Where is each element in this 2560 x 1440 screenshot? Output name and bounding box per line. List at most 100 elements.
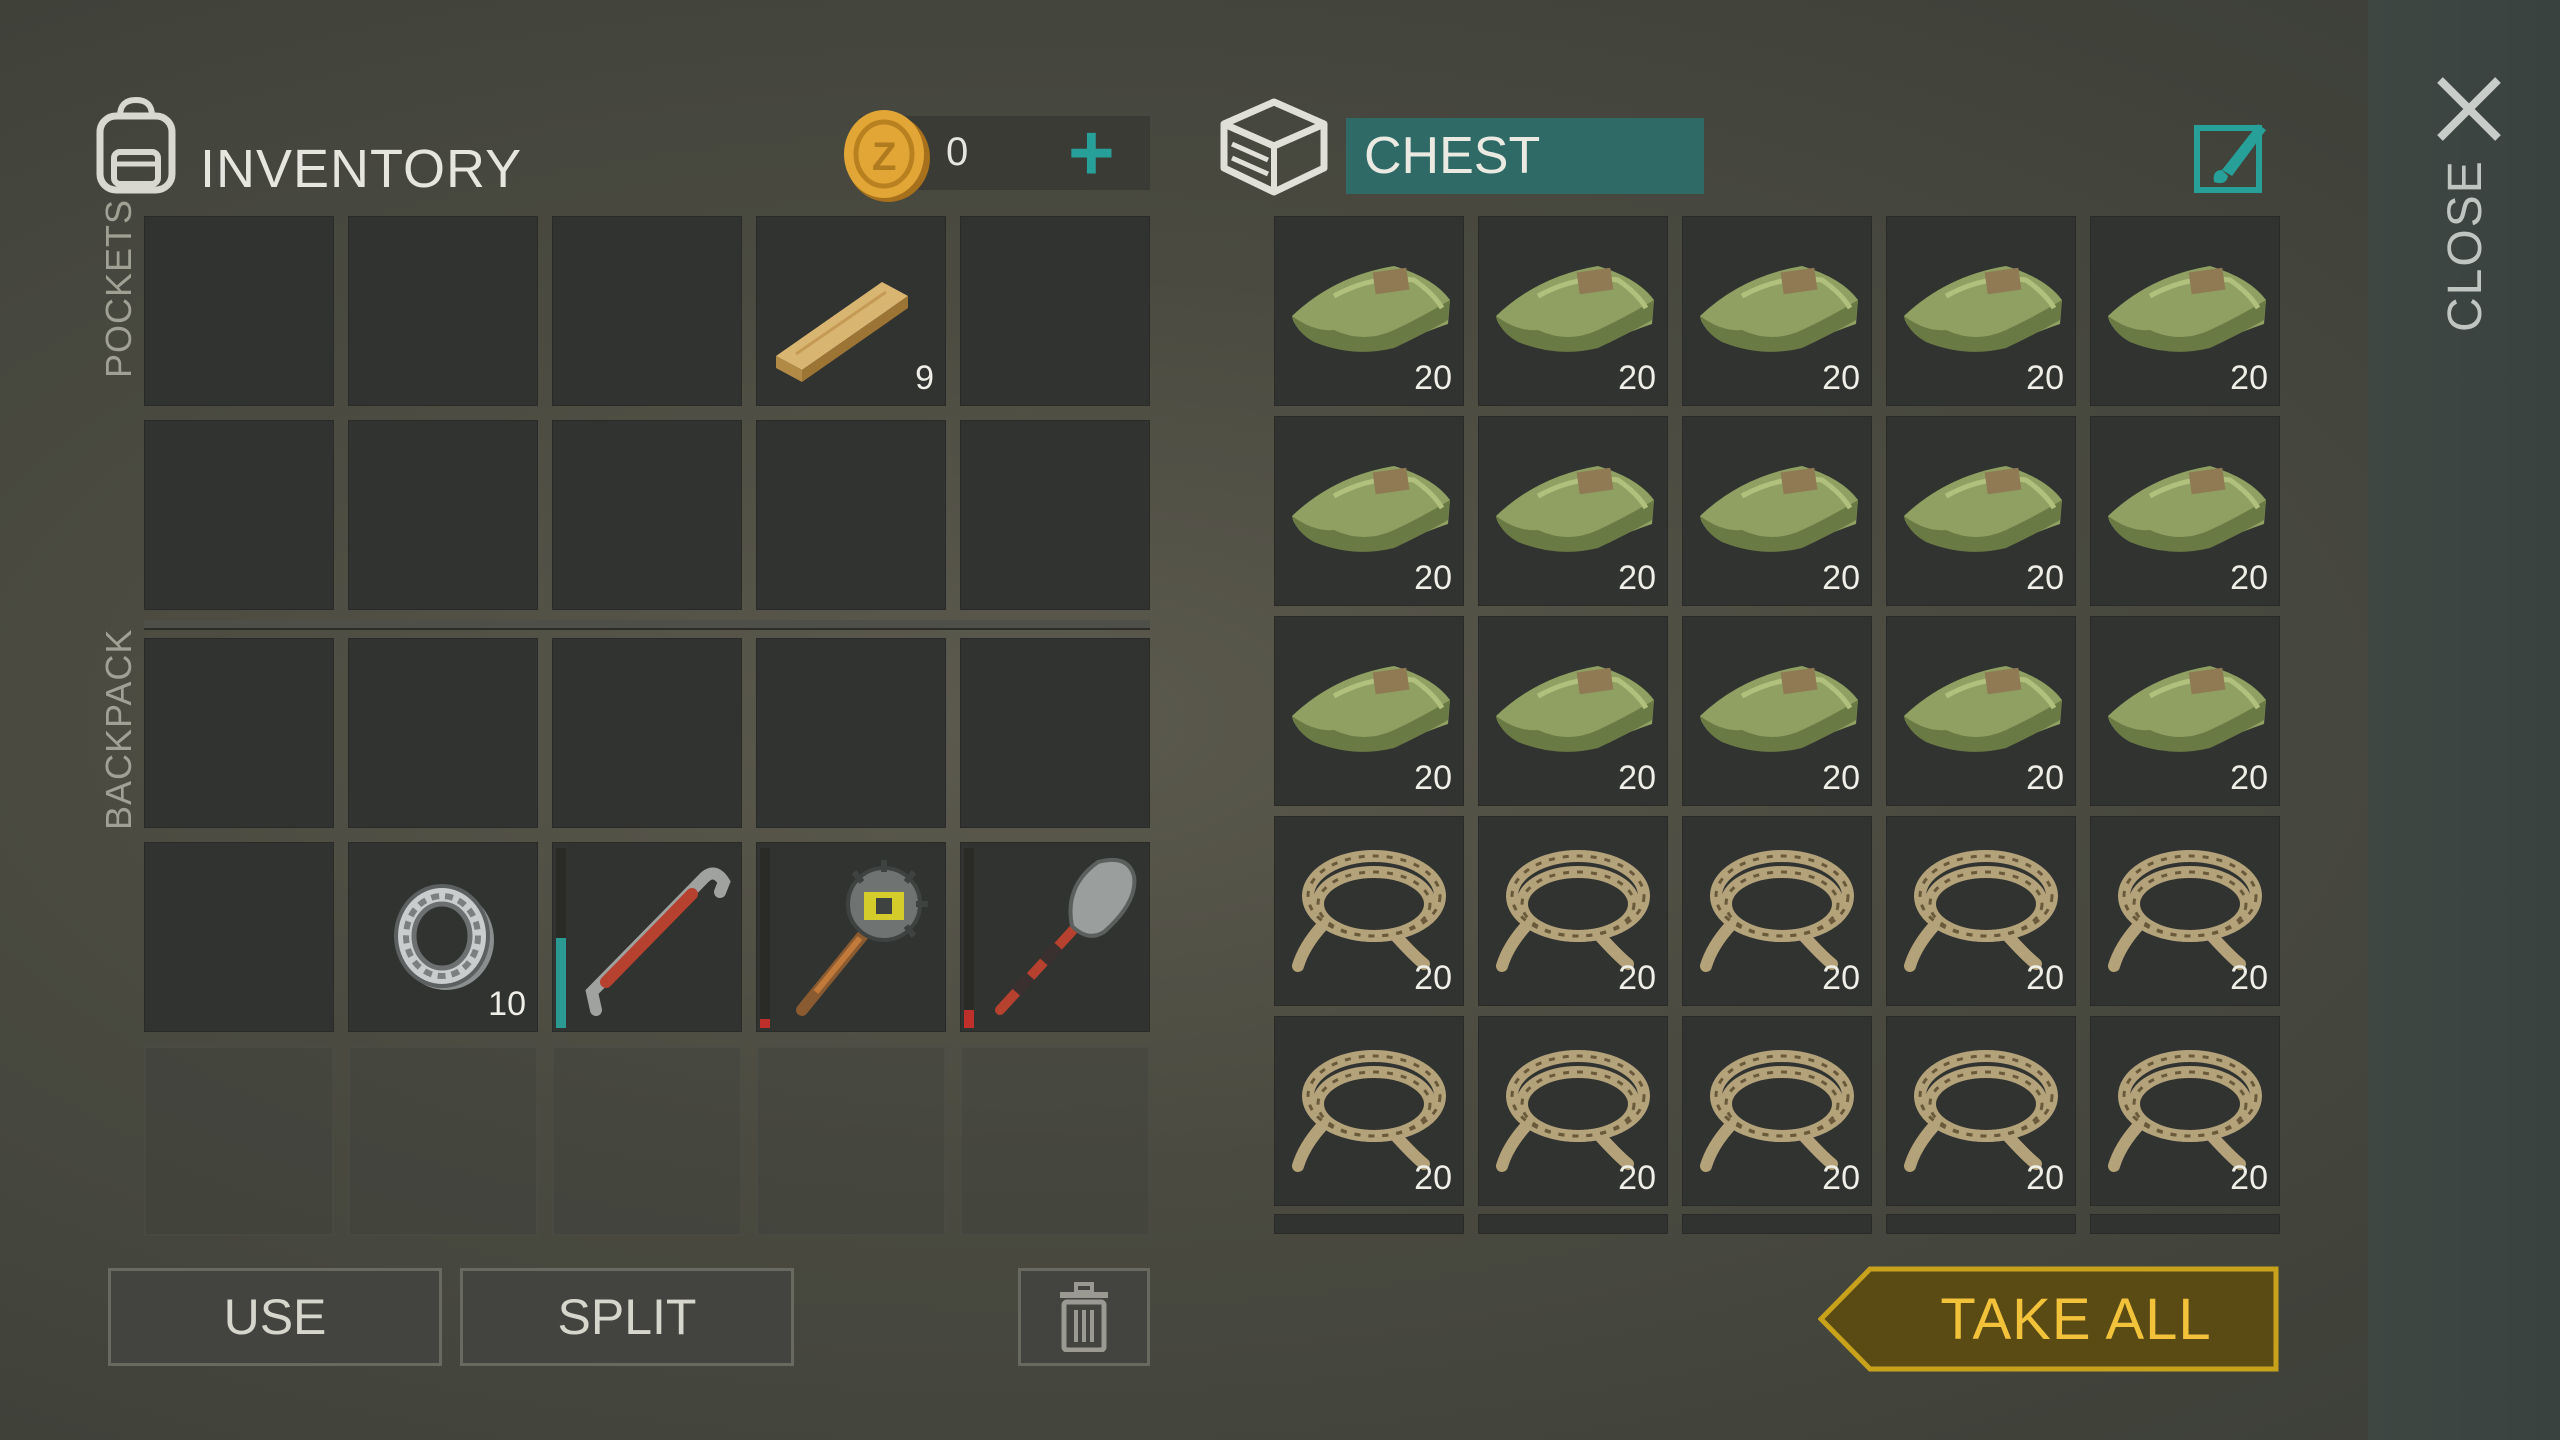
close-button[interactable]: CLOSE [2438,159,2493,332]
item-quantity: 20 [2230,1159,2268,1197]
inventory-slot[interactable]: 20 [1274,616,1464,806]
backpack-icon [90,96,182,196]
trash-button[interactable] [1018,1268,1150,1366]
item-quantity: 20 [1618,359,1656,397]
inventory-slot[interactable]: 20 [1682,216,1872,406]
item-quantity: 20 [2026,559,2064,597]
use-button[interactable]: USE [108,1268,442,1366]
inventory-slot[interactable] [552,842,742,1032]
chest-title: CHEST [1364,127,1541,185]
item-quantity: 20 [1822,359,1860,397]
inventory-slot[interactable]: 20 [1478,216,1668,406]
inventory-slot[interactable] [1274,1214,1464,1234]
inventory-slot[interactable]: 20 [1682,416,1872,606]
item-quantity: 20 [1822,559,1860,597]
coin-amount: 0 [946,130,969,174]
inventory-slot[interactable] [960,638,1150,828]
inventory-slot[interactable]: 20 [1478,816,1668,1006]
durability-bar [964,848,974,1028]
item-quantity: 20 [1414,959,1452,997]
inventory-slot[interactable] [348,216,538,406]
inventory-slot[interactable]: 20 [1682,616,1872,806]
take-all-button[interactable]: TAKE ALL [1818,1266,2280,1372]
coin-icon: Z [842,104,934,204]
inventory-slot[interactable]: 20 [1886,216,2076,406]
item-quantity: 20 [2230,359,2268,397]
empty-slot [960,1046,1150,1236]
inventory-slot[interactable] [552,420,742,610]
inventory-slot[interactable]: 10 [348,842,538,1032]
item-quantity: 20 [2230,559,2268,597]
inventory-title: INVENTORY [200,139,523,199]
pockets-label: POCKETS [98,198,139,378]
inventory-slot[interactable]: 20 [2090,1016,2280,1206]
inventory-slot[interactable] [552,638,742,828]
inventory-slot[interactable]: 20 [2090,616,2280,806]
item-quantity: 20 [1414,759,1452,797]
add-coins-button[interactable]: + [1068,113,1115,193]
chest-icon [1218,94,1330,198]
item-quantity: 20 [2230,759,2268,797]
item-quantity: 20 [1618,1159,1656,1197]
rename-chest-icon[interactable] [2192,116,2270,194]
inventory-slot[interactable]: 20 [1886,416,2076,606]
inventory-slot[interactable]: 20 [2090,816,2280,1006]
item-quantity: 20 [1822,1159,1860,1197]
durability-bar [556,848,566,1028]
inventory-slot[interactable] [1886,1214,2076,1234]
durability-bar [760,848,770,1028]
empty-slot [144,1046,334,1236]
inventory-slot[interactable]: 20 [1274,816,1464,1006]
inventory-slot[interactable] [144,842,334,1032]
item-quantity: 20 [2026,359,2064,397]
take-all-label: TAKE ALL [1940,1286,2212,1352]
inventory-slot[interactable]: 20 [1478,1016,1668,1206]
item-quantity: 9 [915,359,934,397]
inventory-slot[interactable] [756,420,946,610]
item-quantity: 20 [1618,559,1656,597]
item-quantity: 20 [1618,759,1656,797]
empty-slot [348,1046,538,1236]
inventory-slot[interactable]: 20 [2090,416,2280,606]
inventory-slot[interactable]: 20 [1274,416,1464,606]
inventory-slot[interactable] [348,638,538,828]
inventory-slot[interactable]: 20 [1274,216,1464,406]
inventory-slot[interactable] [144,420,334,610]
inventory-slot[interactable] [756,842,946,1032]
item-quantity: 20 [2026,959,2064,997]
inventory-slot[interactable] [960,842,1150,1032]
inventory-slot[interactable]: 20 [1886,816,2076,1006]
item-quantity: 20 [1414,359,1452,397]
empty-slot [552,1046,742,1236]
inventory-slot[interactable] [1478,1214,1668,1234]
inventory-slot[interactable] [348,420,538,610]
inventory-slot[interactable]: 20 [1478,616,1668,806]
inventory-slot[interactable] [2090,1214,2280,1234]
inventory-slot[interactable]: 20 [2090,216,2280,406]
item-quantity: 20 [1414,1159,1452,1197]
inventory-slot[interactable]: 9 [756,216,946,406]
inventory-slot[interactable]: 20 [1886,1016,2076,1206]
item-quantity: 20 [1822,759,1860,797]
inventory-slot[interactable]: 20 [1682,816,1872,1006]
split-button[interactable]: SPLIT [460,1268,794,1366]
inventory-slot[interactable] [960,420,1150,610]
item-quantity: 20 [1414,559,1452,597]
inventory-slot[interactable] [552,216,742,406]
inventory-slot[interactable]: 20 [1886,616,2076,806]
inventory-slot[interactable]: 20 [1478,416,1668,606]
inventory-slot[interactable] [1682,1214,1872,1234]
item-quantity: 20 [1618,959,1656,997]
backpack-label: BACKPACK [98,628,139,830]
item-quantity: 20 [2026,759,2064,797]
inventory-slot[interactable]: 20 [1274,1016,1464,1206]
inventory-slot[interactable] [144,638,334,828]
inventory-slot[interactable]: 20 [1682,1016,1872,1206]
item-quantity: 20 [2026,1159,2064,1197]
inventory-slot[interactable] [756,638,946,828]
inventory-slot[interactable] [144,216,334,406]
item-quantity: 20 [1822,959,1860,997]
close-icon[interactable] [2434,74,2504,144]
trash-icon [1060,1282,1108,1352]
inventory-slot[interactable] [960,216,1150,406]
